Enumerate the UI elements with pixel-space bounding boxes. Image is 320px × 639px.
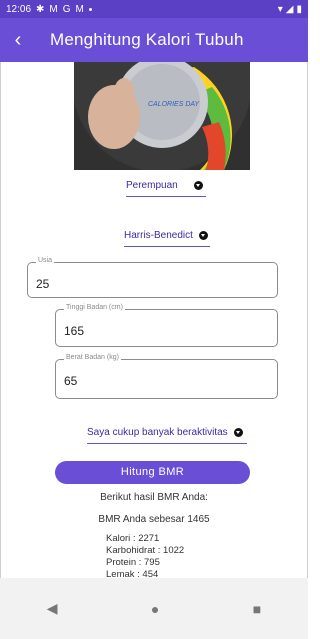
gender-underline <box>126 195 206 197</box>
formula-dropdown[interactable]: Harris-Benedict <box>124 230 210 247</box>
result-intro: Berikut hasil BMR Anda: <box>100 492 208 503</box>
kalori-value: Kalori : 2271 <box>106 533 160 544</box>
gender-dropdown[interactable]: Perempuan <box>126 180 206 197</box>
hero-dial-text: CALORIES DAY <box>148 101 201 108</box>
formula-value: Harris-Benedict <box>124 230 193 241</box>
gender-value: Perempuan <box>126 180 178 191</box>
activity-underline <box>87 442 247 444</box>
wifi-icon: ▾ <box>277 3 283 15</box>
dropdown-arrow-icon <box>198 231 208 240</box>
settings-icon: ✱ <box>36 3 45 15</box>
protein-value: Protein : 795 <box>106 557 160 568</box>
signal-icon: ◢ <box>285 3 294 15</box>
age-field[interactable]: Usia 25 <box>27 257 278 298</box>
calorie-meter-image: CALORIES DAY <box>74 62 250 170</box>
calorie-dial-illustration: CALORIES DAY <box>74 62 250 170</box>
height-value: 165 <box>64 324 85 338</box>
height-field[interactable]: Tinggi Badan (cm) 165 <box>55 304 278 347</box>
calculate-bmr-button[interactable]: Hitung BMR <box>55 461 250 484</box>
dropdown-arrow-icon <box>233 428 243 437</box>
gmail-icon: M <box>75 3 84 15</box>
system-nav-bar: ◀ ● ■ <box>0 578 308 639</box>
activity-dropdown[interactable]: Saya cukup banyak beraktivitas <box>87 427 247 444</box>
age-value: 25 <box>36 277 50 291</box>
bmr-result: BMR Anda sebesar 1465 <box>98 514 210 525</box>
activity-value: Saya cukup banyak beraktivitas <box>87 427 228 438</box>
dropdown-arrow-icon <box>193 181 203 190</box>
app-bar: ‹ Menghitung Kalori Tubuh <box>0 18 308 62</box>
status-bar: 12:06 ✱ M G M ▾ ◢ ▮ <box>0 0 308 18</box>
nutrition-stats: Kalori : 2271 Karbohidrat : 1022 Protein… <box>106 533 184 581</box>
status-time: 12:06 <box>6 3 32 15</box>
weight-label: Berat Badan (kg) <box>64 354 121 361</box>
nav-home-icon[interactable]: ● <box>151 601 159 617</box>
google-icon: G <box>62 3 71 15</box>
gmail-icon: M <box>49 3 58 15</box>
weight-value: 65 <box>64 374 78 388</box>
weight-field[interactable]: Berat Badan (kg) 65 <box>55 354 278 399</box>
age-label: Usia <box>36 257 55 264</box>
page-title: Menghitung Kalori Tubuh <box>50 30 244 49</box>
formula-underline <box>124 245 210 247</box>
battery-icon: ▮ <box>296 3 302 15</box>
height-label: Tinggi Badan (cm) <box>64 304 125 311</box>
notification-dot-icon <box>88 7 92 11</box>
nav-back-icon[interactable]: ◀ <box>47 600 58 617</box>
nav-recents-icon[interactable]: ■ <box>253 601 261 617</box>
back-arrow-icon[interactable]: ‹ <box>0 18 36 62</box>
karbohidrat-value: Karbohidrat : 1022 <box>106 545 185 556</box>
